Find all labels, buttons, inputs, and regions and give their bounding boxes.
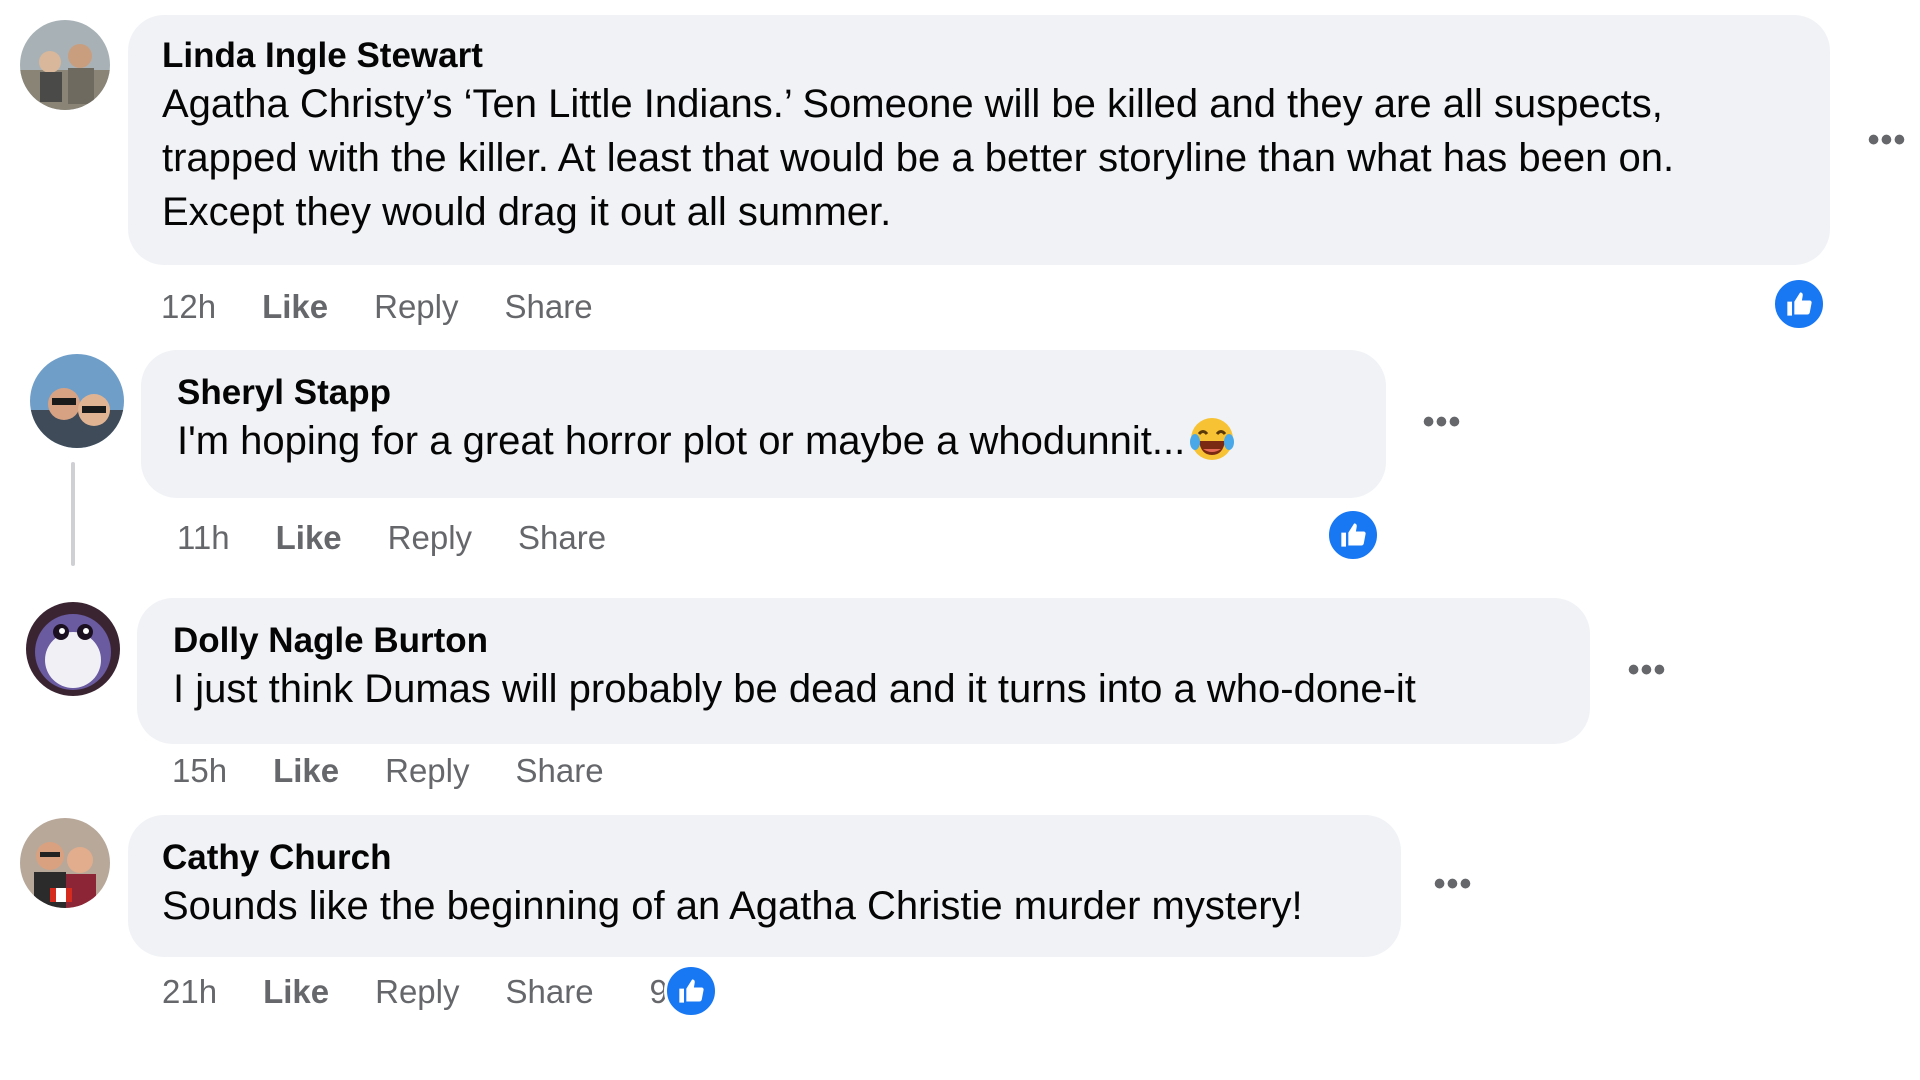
comment-author[interactable]: Dolly Nagle Burton [173, 620, 1554, 662]
comment-text: Agatha Christy’s ‘Ten Little Indians.’ S… [162, 82, 1675, 234]
thread-connector-line [71, 462, 75, 566]
comment-bubble: Linda Ingle Stewart Agatha Christy’s ‘Te… [128, 15, 1830, 265]
comment-bubble: Dolly Nagle Burton I just think Dumas wi… [137, 598, 1590, 744]
more-options-icon[interactable]: ••• [1625, 648, 1669, 692]
avatar[interactable] [26, 602, 120, 696]
comment-text-content: I'm hoping for a great horror plot or ma… [177, 419, 1186, 463]
comment-author[interactable]: Sheryl Stapp [177, 372, 1350, 414]
avatar[interactable] [20, 20, 110, 110]
like-reaction-icon[interactable] [1772, 277, 1826, 331]
comment-timestamp[interactable]: 12h [161, 288, 216, 326]
avatar[interactable] [20, 818, 110, 908]
like-reaction-icon[interactable] [664, 964, 718, 1018]
comment-text: I just think Dumas will probably be dead… [173, 667, 1416, 711]
avatar[interactable] [30, 354, 124, 448]
share-button[interactable]: Share [518, 519, 606, 557]
like-button[interactable]: Like [263, 973, 329, 1011]
reply-button[interactable]: Reply [374, 288, 458, 326]
like-button[interactable]: Like [273, 752, 339, 790]
comment-timestamp[interactable]: 11h [177, 519, 230, 557]
reply-button[interactable]: Reply [388, 519, 472, 557]
comment-bubble: Sheryl Stapp I'm hoping for a great horr… [141, 350, 1386, 498]
laughing-tears-emoji [1189, 416, 1235, 462]
share-button[interactable]: Share [504, 288, 592, 326]
comment-author[interactable]: Cathy Church [162, 837, 1367, 879]
comment-actions: 15h Like Reply Share [172, 749, 604, 793]
comment-actions: 21h Like Reply Share 9 [162, 970, 668, 1014]
comment-timestamp[interactable]: 21h [162, 973, 217, 1011]
more-options-icon[interactable]: ••• [1420, 400, 1464, 444]
share-button[interactable]: Share [515, 752, 603, 790]
comment-text: Sounds like the beginning of an Agatha C… [162, 884, 1303, 928]
reply-button[interactable]: Reply [385, 752, 469, 790]
like-reaction-icon[interactable] [1326, 508, 1380, 562]
reply-button[interactable]: Reply [375, 973, 459, 1011]
more-options-icon[interactable]: ••• [1431, 862, 1475, 906]
comment-timestamp[interactable]: 15h [172, 752, 227, 790]
like-button[interactable]: Like [276, 519, 342, 557]
comment-actions: 11h Like Reply Share [177, 516, 606, 560]
comment-bubble: Cathy Church Sounds like the beginning o… [128, 815, 1401, 957]
comment-author[interactable]: Linda Ingle Stewart [162, 35, 1796, 77]
comment-text: I'm hoping for a great horror plot or ma… [177, 414, 1350, 468]
share-button[interactable]: Share [505, 973, 593, 1011]
more-options-icon[interactable]: ••• [1865, 118, 1909, 162]
like-button[interactable]: Like [262, 288, 328, 326]
comment-actions: 12h Like Reply Share [161, 285, 593, 329]
